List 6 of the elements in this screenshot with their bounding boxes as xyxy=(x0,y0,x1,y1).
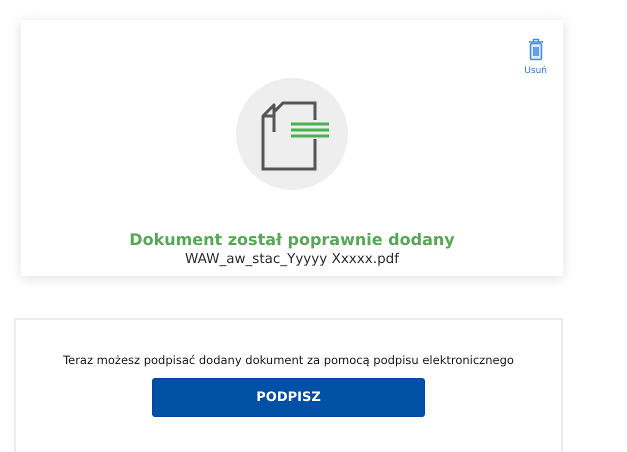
sign-message: Teraz możesz podpisać dodany dokument za pomocą podpisu elektronicznego xyxy=(63,353,514,368)
delete-button[interactable]: Usuń xyxy=(524,38,547,76)
trash-icon xyxy=(528,38,544,62)
file-name: WAW_aw_stac_Yyyyy Xxxxx.pdf xyxy=(185,251,399,267)
sign-button[interactable]: PODPISZ xyxy=(152,378,425,418)
upload-status: Dokument został poprawnie dodany xyxy=(129,230,455,249)
